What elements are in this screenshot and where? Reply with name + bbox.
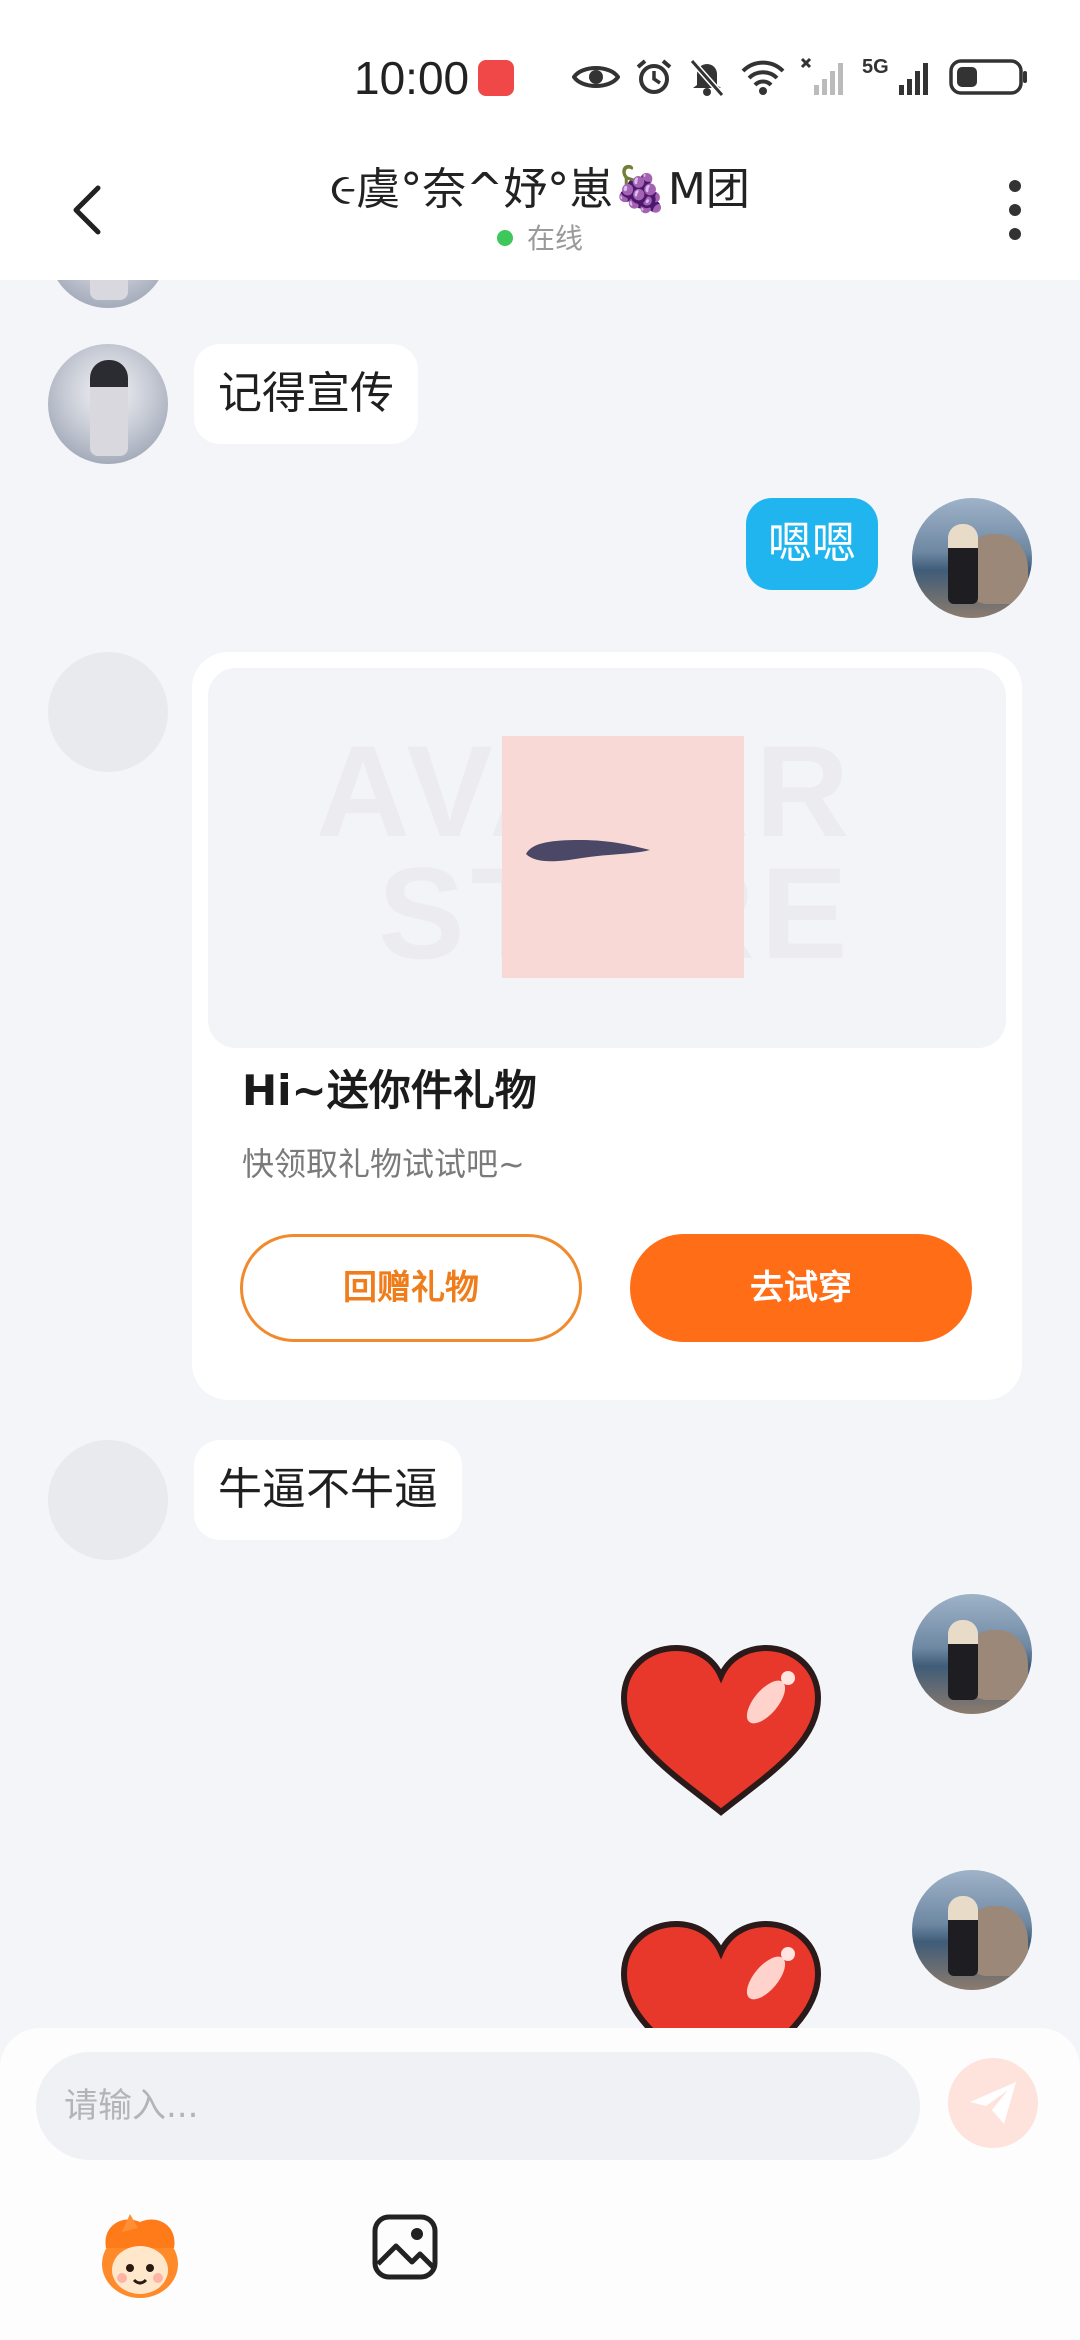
try-on-button[interactable]: 去试穿	[630, 1234, 972, 1342]
send-button[interactable]	[948, 2058, 1038, 2148]
gift-subtitle: 快领取礼物试试吧~	[242, 1145, 525, 1183]
emoji-button[interactable]	[92, 2208, 188, 2304]
partner-avatar-placeholder[interactable]	[48, 652, 168, 772]
wifi-icon	[741, 60, 785, 95]
status-time: 10:00	[354, 52, 470, 104]
signal-x-icon	[800, 57, 843, 95]
image-button[interactable]	[370, 2212, 440, 2282]
partner-avatar[interactable]	[48, 344, 168, 464]
battery-icon	[948, 59, 1027, 95]
message-bubble[interactable]: 牛逼不牛逼	[194, 1440, 462, 1540]
partner-avatar[interactable]	[48, 280, 168, 308]
message-list[interactable]: 记得宣传 嗯嗯 AVATAR STORE Hi~送你件礼物 快领取礼物试试吧~ …	[0, 280, 1080, 2028]
status-icons: 5G	[572, 52, 1029, 102]
message-bubble[interactable]: 嗯嗯	[746, 498, 878, 590]
send-icon	[970, 2082, 1016, 2124]
more-options-button[interactable]	[1000, 178, 1030, 242]
self-avatar[interactable]	[912, 498, 1032, 618]
self-avatar[interactable]	[912, 1594, 1032, 1714]
chat-title: ૯虞°奈^妤°崽🍇M团	[330, 164, 750, 215]
self-avatar[interactable]	[912, 1870, 1032, 1990]
emoji-icon	[102, 2214, 178, 2298]
status-bar: 10:00 5G	[0, 0, 1080, 140]
message-bubble[interactable]: 记得宣传	[194, 344, 418, 444]
gift-preview[interactable]: AVATAR STORE	[208, 668, 1006, 1048]
chat-header: ૯虞°奈^妤°崽🍇M团 在线	[0, 140, 1080, 280]
chevron-left-icon	[73, 185, 101, 235]
gift-card[interactable]: AVATAR STORE Hi~送你件礼物 快领取礼物试试吧~ 回赠礼物 去试穿	[192, 652, 1022, 1400]
input-bar	[0, 2028, 1080, 2340]
online-status: 在线	[240, 220, 840, 258]
back-button[interactable]	[60, 180, 120, 240]
heart-icon[interactable]	[616, 1640, 826, 1820]
message-input[interactable]	[36, 2052, 920, 2160]
alarm-icon	[636, 59, 672, 94]
online-dot-icon	[496, 230, 513, 246]
gift-title: Hi~送你件礼物	[242, 1066, 537, 1115]
more-vertical-icon	[1009, 180, 1021, 192]
image-icon	[372, 2214, 438, 2280]
gift-item-image	[502, 736, 744, 978]
eyebrow-item-icon	[526, 840, 650, 862]
online-status-label: 在线	[526, 222, 583, 255]
partner-avatar-placeholder[interactable]	[48, 1440, 168, 1560]
eye-icon	[572, 66, 620, 88]
huawei-app-icon	[478, 60, 514, 96]
signal-5g-icon	[898, 63, 928, 95]
heart-icon[interactable]	[616, 1916, 826, 2028]
mute-icon	[689, 59, 725, 97]
signal-5g-label: 5G	[862, 55, 889, 78]
return-gift-button[interactable]: 回赠礼物	[240, 1234, 582, 1342]
